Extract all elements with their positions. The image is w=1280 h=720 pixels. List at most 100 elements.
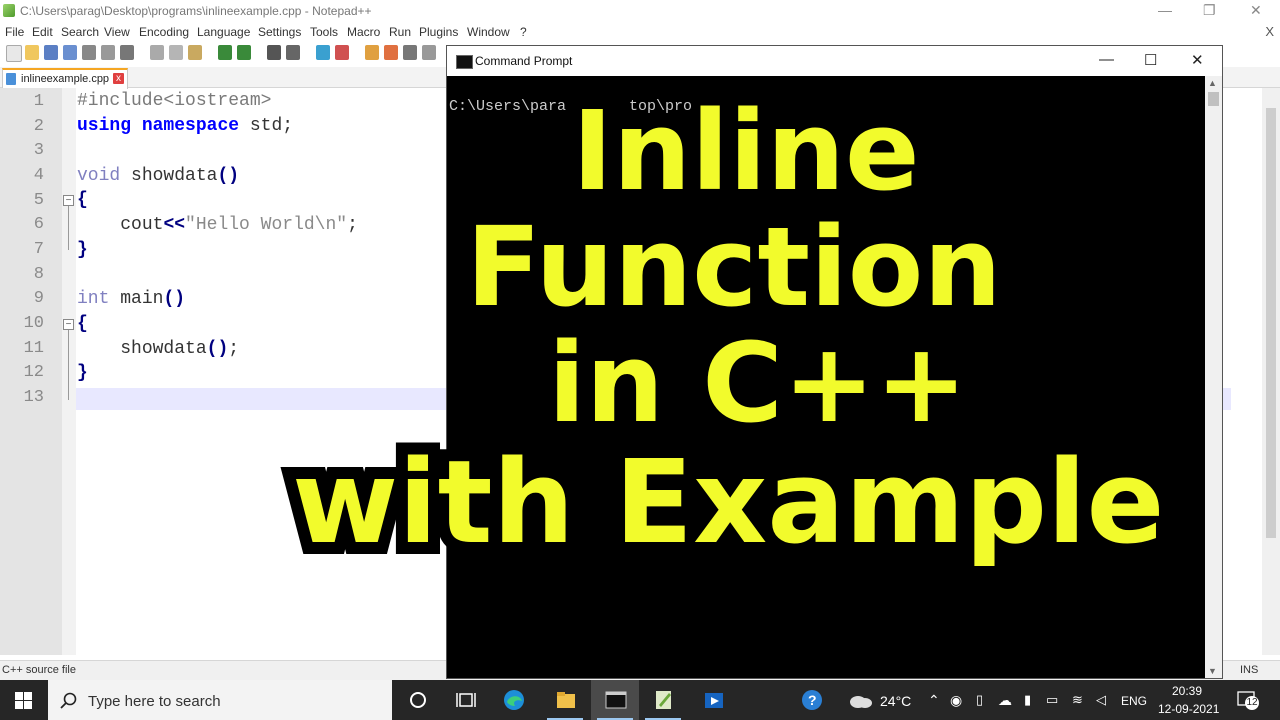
terminal-icon	[605, 691, 627, 709]
save-icon[interactable]	[44, 45, 58, 60]
menu-plugins[interactable]: Plugins	[419, 25, 458, 39]
overlay-title-line-3: in C++	[548, 319, 968, 447]
overlay-title-line-1: Inline	[572, 87, 920, 215]
taskbar-file-explorer[interactable]	[541, 680, 589, 720]
scroll-down-icon[interactable]: ▼	[1208, 666, 1217, 676]
wifi-icon[interactable]: ≋	[1072, 692, 1083, 708]
antivirus-icon[interactable]: ◉	[950, 692, 962, 709]
code-line-12: }	[77, 363, 88, 383]
onedrive-icon[interactable]: ☁	[998, 692, 1012, 709]
scroll-up-icon[interactable]: ▲	[1208, 78, 1217, 88]
cmd-scrollbar[interactable]: ▲ ▼	[1205, 76, 1222, 678]
status-insert-mode: INS	[1240, 664, 1259, 676]
line-number: 10	[23, 314, 44, 333]
battery-icon[interactable]: ▭	[1046, 692, 1058, 708]
fold-toggle-icon[interactable]: −	[63, 319, 74, 330]
restore-icon[interactable]: ❐	[1203, 2, 1216, 19]
cut-icon[interactable]	[150, 45, 164, 60]
sync-scroll-icon[interactable]	[365, 45, 379, 60]
menu-macro[interactable]: Macro	[347, 25, 380, 39]
tab-close-icon[interactable]: x	[113, 73, 124, 84]
cmd-maximize-button[interactable]: ☐	[1144, 51, 1157, 69]
chevron-up-icon[interactable]: ⌃	[928, 692, 940, 709]
close-document-icon[interactable]: X	[1265, 24, 1274, 39]
tab-inlineexample[interactable]: inlineexample.cpp x	[2, 68, 128, 89]
menu-search[interactable]: Search	[61, 25, 99, 39]
line-number: 12	[23, 363, 44, 382]
close-all-icon[interactable]	[101, 45, 115, 60]
line-number: 3	[33, 141, 44, 160]
paste-icon[interactable]	[188, 45, 202, 60]
menu-tools[interactable]: Tools	[310, 25, 338, 39]
menu-file[interactable]: File	[5, 25, 24, 39]
npp-toolbar	[0, 42, 446, 64]
file-icon	[6, 73, 16, 85]
code-line-2: using namespace std;	[77, 116, 294, 136]
menu-window[interactable]: Window	[467, 25, 510, 39]
taskbar-search-box[interactable]: Type here to search	[48, 680, 392, 720]
redo-icon[interactable]	[237, 45, 251, 60]
fold-toggle-icon[interactable]: −	[63, 195, 74, 206]
zoom-in-icon[interactable]	[316, 45, 330, 60]
minimize-icon[interactable]: —	[1158, 2, 1172, 18]
start-button[interactable]	[0, 680, 46, 720]
new-file-icon[interactable]	[6, 45, 22, 62]
undo-icon[interactable]	[218, 45, 232, 60]
line-number: 11	[23, 339, 44, 358]
save-all-icon[interactable]	[63, 45, 77, 60]
cortana-button[interactable]	[393, 680, 441, 720]
menu-help[interactable]: ?	[520, 25, 527, 39]
weather-temperature[interactable]: 24°C	[880, 693, 911, 709]
editor-scrollbar[interactable]	[1262, 88, 1280, 655]
svg-text:?: ?	[808, 692, 817, 708]
taskbar-media-app[interactable]	[689, 680, 737, 720]
menu-settings[interactable]: Settings	[258, 25, 301, 39]
taskbar-command-prompt[interactable]	[591, 680, 639, 720]
cmd-title-bar[interactable]: Command Prompt — ☐ ✕	[447, 46, 1222, 76]
windows-taskbar: Type here to search ? 24°C ⌃ ◉ ▯ ☁ ▮ ▭ ≋…	[0, 680, 1280, 720]
find-icon[interactable]	[267, 45, 281, 60]
menu-run[interactable]: Run	[389, 25, 411, 39]
copy-icon[interactable]	[169, 45, 183, 60]
word-wrap-icon[interactable]	[384, 45, 398, 60]
scroll-thumb[interactable]	[1266, 108, 1276, 538]
show-all-chars-icon[interactable]	[403, 45, 417, 60]
windows-logo-icon	[15, 692, 32, 709]
cmd-close-button[interactable]: ✕	[1191, 51, 1204, 69]
usb-icon[interactable]: ▮	[1024, 692, 1031, 708]
menu-edit[interactable]: Edit	[32, 25, 53, 39]
menu-encoding[interactable]: Encoding	[139, 25, 189, 39]
taskbar-help-app[interactable]: ?	[787, 680, 835, 720]
status-file-type: C++ source file	[2, 664, 76, 676]
volume-icon[interactable]: ◁	[1096, 692, 1106, 708]
open-file-icon[interactable]	[25, 45, 39, 60]
clock-time[interactable]: 20:39	[1172, 684, 1202, 698]
search-icon	[60, 692, 77, 709]
scroll-thumb[interactable]	[1208, 92, 1219, 106]
input-language[interactable]: ENG	[1121, 694, 1147, 708]
zoom-out-icon[interactable]	[335, 45, 349, 60]
indent-guide-icon[interactable]	[422, 45, 436, 60]
weather-cloud-icon[interactable]	[848, 691, 874, 709]
close-file-icon[interactable]	[82, 45, 96, 60]
line-number: 1	[33, 92, 44, 111]
cmd-minimize-button[interactable]: —	[1099, 51, 1114, 68]
line-number: 8	[33, 265, 44, 284]
npp-window-title: C:\Users\parag\Desktop\programs\inlineex…	[20, 4, 372, 18]
clock-date[interactable]: 12-09-2021	[1158, 702, 1219, 716]
print-icon[interactable]	[120, 45, 134, 60]
device-icon[interactable]: ▯	[976, 692, 983, 708]
code-line-6: cout<<"Hello World\n";	[120, 215, 358, 235]
fold-margin	[62, 88, 76, 655]
taskbar-edge[interactable]	[489, 680, 537, 720]
taskbar-notepadpp[interactable]	[639, 680, 687, 720]
replace-icon[interactable]	[286, 45, 300, 60]
close-icon[interactable]: ✕	[1250, 2, 1262, 19]
menu-view[interactable]: View	[104, 25, 130, 39]
code-line-11: showdata();	[120, 339, 240, 359]
menu-language[interactable]: Language	[197, 25, 250, 39]
task-view-button[interactable]	[441, 680, 489, 720]
notification-center-button[interactable]: 12	[1236, 690, 1260, 710]
cmd-icon	[456, 55, 473, 69]
overlay-title-line-4-outline: with Example	[280, 434, 1176, 573]
